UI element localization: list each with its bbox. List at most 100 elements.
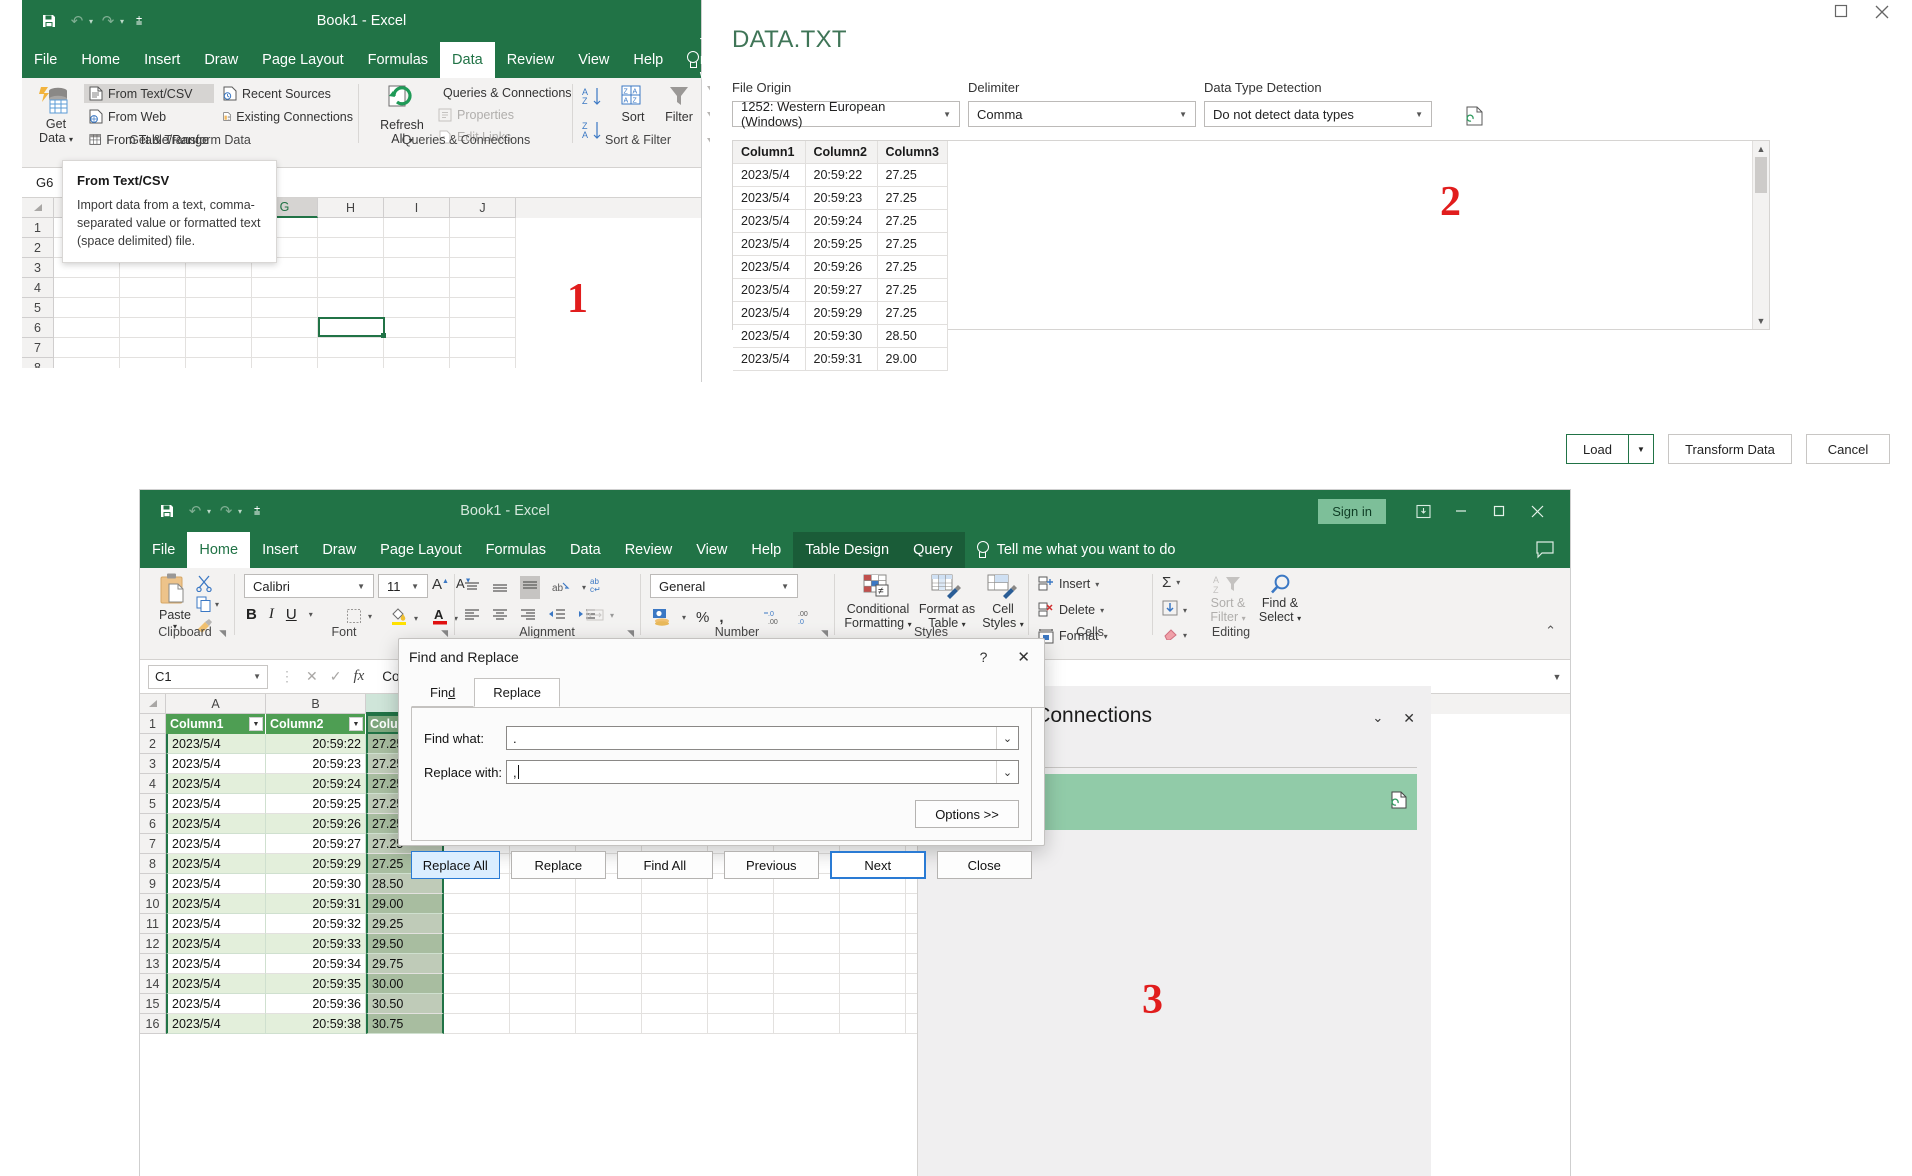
cell-J1[interactable] [450, 218, 516, 238]
cell-J3[interactable] [450, 258, 516, 278]
sort-az-button[interactable]: AZ [582, 86, 606, 113]
row-header-3[interactable]: 3 [140, 754, 166, 774]
customize-quick-access-icon[interactable]: ⩲ [126, 9, 152, 33]
replace-button[interactable]: Replace [511, 851, 606, 879]
row-header-15[interactable]: 15 [140, 994, 166, 1014]
cell-F12[interactable] [576, 934, 642, 954]
load-button[interactable]: Load [1566, 434, 1628, 464]
tab-table-design[interactable]: Table Design [793, 532, 901, 568]
cell-H13[interactable] [708, 954, 774, 974]
collapse-ribbon-icon[interactable]: ⌃ [1545, 623, 1556, 639]
cell-J6[interactable] [450, 318, 516, 338]
select-all-corner[interactable] [22, 198, 54, 218]
cell-I6[interactable] [384, 318, 450, 338]
cell-G12[interactable] [642, 934, 708, 954]
chevron-down-icon[interactable]: ▼ [943, 110, 955, 119]
font-family-combo[interactable]: Calibri ▼ [244, 574, 374, 598]
cell-J12[interactable] [840, 934, 906, 954]
formula-bar-menu-icon[interactable]: ⋮ [280, 668, 294, 685]
cell-I2[interactable] [384, 238, 450, 258]
filter-dropdown-icon[interactable]: ▼ [249, 717, 263, 731]
bold-button[interactable]: B [246, 606, 257, 623]
cell-D6[interactable] [54, 318, 120, 338]
cell-G6[interactable] [252, 318, 318, 338]
insert-chevron-icon[interactable]: ▾ [1095, 580, 1099, 589]
cell-J13[interactable] [840, 954, 906, 974]
cell-B2[interactable]: 20:59:22 [266, 734, 366, 754]
cell-F7[interactable] [186, 338, 252, 358]
tab-help[interactable]: Help [621, 42, 675, 78]
next-button[interactable]: Next [830, 851, 926, 879]
align-right-icon[interactable] [520, 608, 536, 622]
tab-review[interactable]: Review [613, 532, 685, 568]
row-header-8[interactable]: 8 [140, 854, 166, 874]
cell-I3[interactable] [384, 258, 450, 278]
load-split-button[interactable]: Load ▼ [1566, 434, 1654, 464]
align-bottom-icon[interactable] [520, 576, 540, 599]
preview-column-header-1[interactable]: Column1 [733, 141, 805, 164]
undo-icon[interactable]: ↶ [64, 9, 90, 33]
row-header-12[interactable]: 12 [140, 934, 166, 954]
tab-help[interactable]: Help [739, 532, 793, 568]
cell-E16[interactable] [510, 1014, 576, 1034]
cell-I7[interactable] [384, 338, 450, 358]
increase-font-size-button[interactable]: A▲ [432, 576, 449, 593]
preview-column-header-3[interactable]: Column3 [877, 141, 947, 164]
increase-decimal-icon[interactable]: .0.00 [764, 608, 784, 626]
cell-H3[interactable] [318, 258, 384, 278]
previous-button[interactable]: Previous [724, 851, 819, 879]
cell-B13[interactable]: 20:59:34 [266, 954, 366, 974]
cell-C13[interactable]: 29.75 [366, 954, 444, 974]
cell-H7[interactable] [318, 338, 384, 358]
tab-page-layout[interactable]: Page Layout [250, 42, 355, 78]
cell-H12[interactable] [708, 934, 774, 954]
number-format-combo[interactable]: General ▼ [650, 574, 798, 598]
cell-E8[interactable] [120, 358, 186, 368]
row-header-9[interactable]: 9 [140, 874, 166, 894]
cell-G8[interactable] [252, 358, 318, 368]
chevron-down-icon[interactable]: ▼ [1179, 110, 1191, 119]
cell-J4[interactable] [450, 278, 516, 298]
copy-chevron-icon[interactable]: ▾ [215, 600, 219, 609]
cell-I14[interactable] [774, 974, 840, 994]
cell-H11[interactable] [708, 914, 774, 934]
tab-replace[interactable]: Replace [474, 678, 560, 707]
row-header-2[interactable]: 2 [22, 238, 54, 258]
cell-J10[interactable] [840, 894, 906, 914]
clipboard-dialog-launcher-icon[interactable]: ◥ [219, 628, 226, 639]
row-header-14[interactable]: 14 [140, 974, 166, 994]
cell-H16[interactable] [708, 1014, 774, 1034]
redo-icon[interactable]: ↷ [95, 9, 121, 33]
cell-A10[interactable]: 2023/5/4 [166, 894, 266, 914]
cell-C12[interactable]: 29.50 [366, 934, 444, 954]
undo-chevron-icon[interactable]: ▾ [89, 17, 93, 26]
insert-cells-button[interactable]: Insert ▾ [1038, 576, 1099, 592]
cell-G7[interactable] [252, 338, 318, 358]
scroll-up-arrow-icon[interactable]: ▲ [1753, 141, 1769, 157]
find-select-chevron-icon[interactable]: ▾ [1297, 614, 1301, 623]
undo-icon[interactable]: ↶ [182, 499, 208, 523]
accounting-chevron-icon[interactable]: ▾ [682, 613, 686, 622]
chevron-down-icon[interactable]: ⌄ [996, 761, 1018, 783]
cell-B4[interactable]: 20:59:24 [266, 774, 366, 794]
chevron-down-icon[interactable]: ▼ [411, 582, 423, 591]
cell-F10[interactable] [576, 894, 642, 914]
cell-E12[interactable] [510, 934, 576, 954]
cell-A16[interactable]: 2023/5/4 [166, 1014, 266, 1034]
cell-D13[interactable] [444, 954, 510, 974]
cell-E10[interactable] [510, 894, 576, 914]
cell-I4[interactable] [384, 278, 450, 298]
row-header-5[interactable]: 5 [140, 794, 166, 814]
cell-D16[interactable] [444, 1014, 510, 1034]
preview-column-header-2[interactable]: Column2 [805, 141, 877, 164]
comment-icon[interactable] [1536, 541, 1554, 564]
tab-insert[interactable]: Insert [132, 42, 192, 78]
cell-B15[interactable]: 20:59:36 [266, 994, 366, 1014]
close-icon[interactable]: ✕ [1403, 710, 1415, 727]
save-icon[interactable] [36, 9, 62, 33]
cell-A13[interactable]: 2023/5/4 [166, 954, 266, 974]
cell-A14[interactable]: 2023/5/4 [166, 974, 266, 994]
decrease-decimal-icon[interactable]: .00.0 [796, 608, 816, 626]
save-icon[interactable] [154, 499, 180, 523]
cell-I10[interactable] [774, 894, 840, 914]
